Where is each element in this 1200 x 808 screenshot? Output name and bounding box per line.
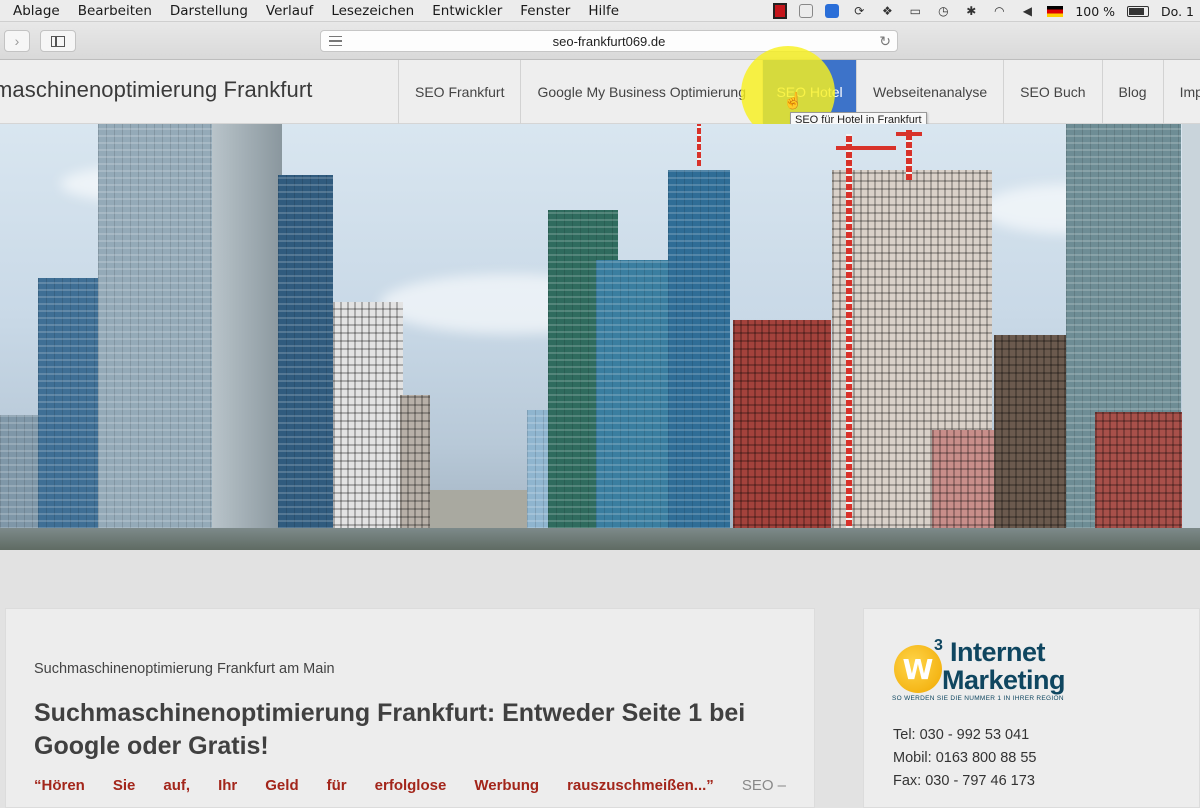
site-title[interactable]: maschinenoptimierung Frankfurt — [0, 77, 312, 103]
logo-slogan: SO WERDEN SIE DIE NUMMER 1 IN IHRER REGI… — [892, 695, 1064, 702]
menu-entwickler[interactable]: Entwickler — [423, 0, 511, 22]
nav-seo-frankfurt[interactable]: SEO Frankfurt — [398, 60, 520, 124]
app-status-icon[interactable] — [799, 4, 814, 18]
company-logo[interactable]: W 3 Internet Marketing SO WERDEN SIE DIE… — [892, 637, 1122, 707]
contact-card: W 3 Internet Marketing SO WERDEN SIE DIE… — [863, 608, 1200, 808]
quote-word: Werbung — [474, 777, 540, 794]
menu-ablage[interactable]: Ablage — [0, 0, 69, 22]
quote-word: auf, — [163, 777, 191, 794]
contact-fax: Fax: 030 - 797 46 173 — [893, 773, 1035, 789]
quote-word: Geld — [265, 777, 299, 794]
menu-bar: Ablage Bearbeiten Darstellung Verlauf Le… — [0, 0, 1200, 22]
sidebar-icon — [51, 35, 65, 47]
menu-fenster[interactable]: Fenster — [511, 0, 579, 22]
address-bar[interactable]: seo-frankfurt069.de ↻ — [320, 30, 898, 52]
menu-bearbeiten[interactable]: Bearbeiten — [69, 0, 161, 22]
sidebar-toggle-button[interactable] — [40, 30, 76, 52]
keyboard-flag-icon[interactable] — [1047, 5, 1064, 17]
quote-word: “Hören — [34, 777, 85, 794]
logo-word-marketing: Marketing — [942, 665, 1066, 695]
skype-icon[interactable] — [825, 4, 840, 18]
reader-icon[interactable] — [329, 36, 342, 46]
forward-button[interactable]: › — [4, 30, 30, 52]
nav-seo-buch[interactable]: SEO Buch — [1003, 60, 1101, 124]
nav-impressum[interactable]: Impress — [1162, 60, 1200, 124]
battery-icon[interactable] — [1127, 5, 1150, 17]
logo-word-internet: Internet — [950, 637, 1046, 667]
quote-word: für — [326, 777, 347, 794]
article-card: Suchmaschinenoptimierung Frankfurt am Ma… — [5, 608, 815, 808]
volume-icon[interactable]: ◀ — [1019, 4, 1035, 18]
nav-google-my-business[interactable]: Google My Business Optimierung — [520, 60, 762, 124]
quote-word: erfolglose — [374, 777, 447, 794]
article-title: Suchmaschinenoptimierung Frankfurt: Entw… — [34, 699, 746, 760]
menu-lesezeichen[interactable]: Lesezeichen — [322, 0, 423, 22]
breadcrumb[interactable]: Suchmaschinenoptimierung Frankfurt am Ma… — [34, 661, 335, 677]
site-header: maschinenoptimierung Frankfurt SEO Frank… — [0, 60, 1200, 124]
reload-icon[interactable]: ↻ — [879, 33, 891, 50]
contact-phone[interactable]: Tel: 030 - 992 53 041 — [893, 727, 1029, 743]
hero-image — [0, 124, 1200, 550]
battery-percent: 100 % — [1075, 3, 1116, 19]
article-quote: “Hören Sie auf, Ihr Geld für erfolglose … — [34, 777, 786, 794]
menu-hilfe[interactable]: Hilfe — [579, 0, 628, 22]
menu-darstellung[interactable]: Darstellung — [161, 0, 257, 22]
url-text: seo-frankfurt069.de — [552, 33, 666, 49]
recording-icon[interactable] — [773, 3, 788, 19]
status-tray: ⟳ ❖ ▭ ◷ ✱ ◠ ◀ 100 % Do. 1 — [773, 0, 1200, 22]
quote-word: Sie — [112, 777, 136, 794]
sync-icon[interactable]: ⟳ — [851, 4, 867, 18]
bluetooth-icon[interactable]: ✱ — [963, 4, 979, 18]
wifi-icon[interactable]: ◠ — [991, 4, 1007, 18]
time-machine-icon[interactable]: ◷ — [935, 4, 951, 18]
chevron-right-icon: › — [14, 33, 20, 49]
quote-word: rauszuschmeißen...” — [567, 777, 714, 794]
logo-superscript: 3 — [934, 637, 943, 654]
menu-clock[interactable]: Do. 1 — [1161, 4, 1194, 19]
dropbox-icon[interactable]: ❖ — [879, 4, 895, 18]
nav-blog[interactable]: Blog — [1101, 60, 1163, 124]
quote-word: Ihr — [218, 777, 238, 794]
airplay-icon[interactable]: ▭ — [907, 4, 923, 18]
quote-tail: SEO – — [741, 777, 786, 794]
menu-verlauf[interactable]: Verlauf — [257, 0, 322, 22]
browser-toolbar: › seo-frankfurt069.de ↻ — [0, 22, 1200, 60]
contact-mobile[interactable]: Mobil: 0163 800 88 55 — [893, 750, 1037, 766]
